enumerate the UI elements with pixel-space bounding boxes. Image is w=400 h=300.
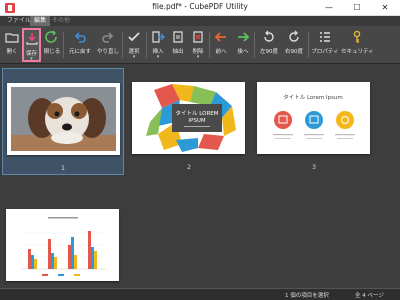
page-number: 1 [61,165,65,172]
undo-icon [73,30,87,44]
insert-icon [151,30,165,44]
folder-icon [5,30,19,44]
delete-button[interactable]: 削除 ▾ [189,28,207,62]
check-icon [127,30,141,44]
open-button[interactable]: 開く [3,28,21,62]
page-preview-dog-photo [7,83,120,155]
ribbon-separator [63,32,64,58]
page-thumbnail-1[interactable]: 1 [2,68,124,175]
save-button[interactable]: 保存 ▾ [22,28,41,62]
list-icon [318,30,332,44]
rotate-left-icon [262,30,276,44]
ribbon-separator [254,32,255,58]
move-next-button[interactable]: 後へ [234,28,252,62]
page-thumbnail-2[interactable]: タイトル LOREM IPSUM 2 [130,68,248,175]
page-number: 3 [312,164,316,171]
ribbon-toolbar: 開く 保存 ▾ 閉じる 元に戻す やり直し 選択 ▾ 挿入 ▾ 抽出 削除 ▾ … [0,26,400,64]
maximize-button[interactable]: ☐ [343,0,371,16]
page-2-title-line-1: タイトル LOREM [176,109,219,117]
select-button[interactable]: 選択 ▾ [124,28,144,62]
page-2-title-line-2: IPSUM [188,118,205,124]
ribbon-separator [308,32,309,58]
page-thumbnail-3[interactable]: タイトル Lorem Ipsum 3 [255,68,373,175]
properties-button[interactable]: プロパティ [310,28,340,62]
page-number: 2 [187,164,191,171]
redo-icon [101,30,115,44]
page-count-status: 全 4 ページ [355,293,384,299]
undo-button[interactable]: 元に戻す [66,28,94,62]
menu-other[interactable]: その他 [48,16,74,26]
arrow-right-icon [236,30,250,44]
selection-status: 1 個の項目を選択 [285,293,329,299]
status-bar: 1 個の項目を選択 全 4 ページ [0,288,400,300]
menu-edit[interactable]: 編集 [30,16,51,26]
page-thumbnail-4[interactable] [2,205,124,288]
title-bar: file.pdf* - CubePDF Utility — ☐ ✕ [0,0,400,16]
extract-icon [171,30,185,44]
rotate-right-icon [287,30,301,44]
page-3-title: タイトル Lorem Ipsum [283,93,343,101]
ribbon-separator [122,32,123,58]
page-preview-chart-slide [6,209,119,281]
page-thumbnail-grid: 1 タイトル LOREM IPSUM 2 タイトル Lorem Ipsum 3 [0,65,400,288]
key-icon [350,30,364,44]
insert-button[interactable]: 挿入 ▾ [149,28,167,62]
menu-bar: ファイル 編集 その他 [0,16,400,26]
ribbon-separator [146,32,147,58]
close-button[interactable]: 閉じる [43,28,61,62]
security-button[interactable]: セキュリティ [341,28,374,62]
rotate-left-button[interactable]: 左90度 [257,28,281,62]
arrow-left-icon [214,30,228,44]
page-preview-icons-slide: タイトル Lorem Ipsum [257,82,370,154]
download-icon [25,32,39,46]
move-prev-button[interactable]: 前へ [212,28,230,62]
close-window-button[interactable]: ✕ [371,0,399,16]
ribbon-separator [209,32,210,58]
minimize-button[interactable]: — [315,0,343,16]
redo-button[interactable]: やり直し [95,28,121,62]
delete-icon [191,30,205,44]
save-dropdown-caret[interactable]: ▾ [24,56,39,62]
rotate-right-button[interactable]: 右90度 [282,28,306,62]
close-icon [45,30,59,44]
page-preview-title-slide: タイトル LOREM IPSUM [132,82,245,154]
extract-button[interactable]: 抽出 [169,28,187,62]
